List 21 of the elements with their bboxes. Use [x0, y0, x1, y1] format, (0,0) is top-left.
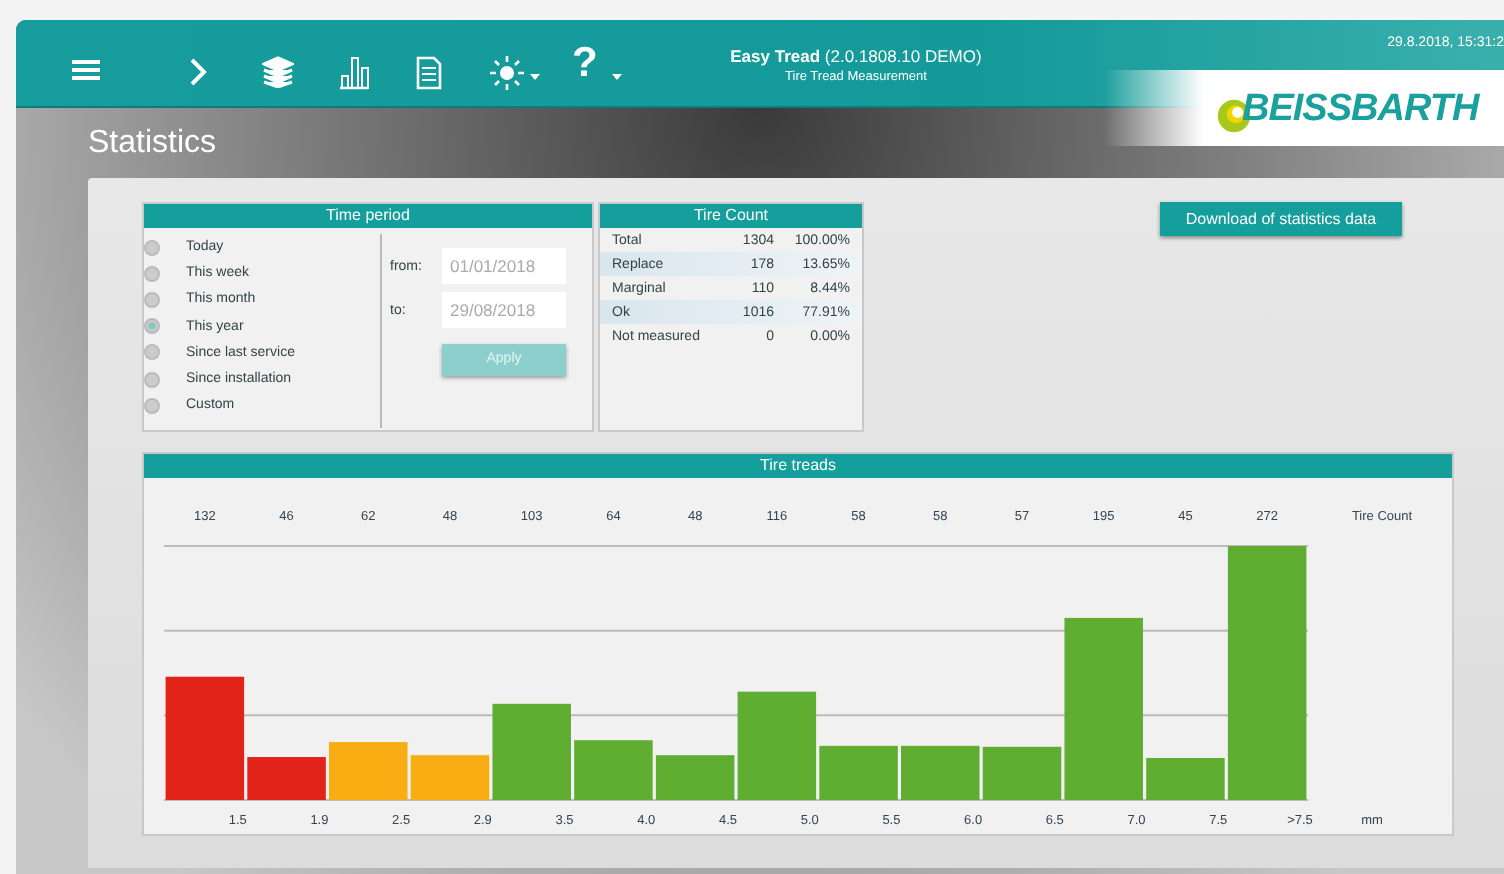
document-icon[interactable]	[416, 56, 442, 90]
page-title: Statistics	[88, 126, 219, 164]
chevron-right-icon[interactable]	[190, 58, 208, 86]
caret-icon[interactable]	[612, 74, 622, 80]
radio-button[interactable]	[144, 371, 160, 388]
layers-icon[interactable]	[262, 56, 294, 88]
radio-button[interactable]	[144, 291, 160, 308]
panel-header: Tire Count	[600, 204, 862, 228]
radio-button[interactable]	[144, 344, 160, 361]
menu-icon[interactable]	[72, 60, 100, 80]
sun-icon[interactable]	[490, 56, 524, 90]
radio-button[interactable]	[144, 265, 160, 282]
radio-button[interactable]	[144, 318, 160, 335]
bar-chart-icon[interactable]	[338, 54, 370, 90]
radio-button[interactable]	[144, 397, 160, 414]
panel-header: Time period	[144, 204, 592, 228]
caret-icon[interactable]	[530, 74, 540, 80]
radio-button[interactable]	[144, 239, 160, 256]
panel-header: Tire treads	[144, 454, 1452, 478]
app-title: Easy Tread	[730, 46, 821, 66]
app-version: (2.0.1808.10 DEMO)	[824, 46, 982, 66]
